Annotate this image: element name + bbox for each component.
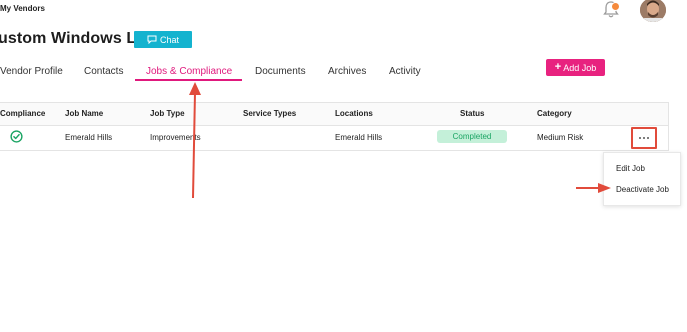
red-arrow-to-tab: [189, 82, 201, 199]
annotation-overlay: [189, 82, 611, 199]
red-arrow-to-deactivate: [576, 183, 611, 193]
